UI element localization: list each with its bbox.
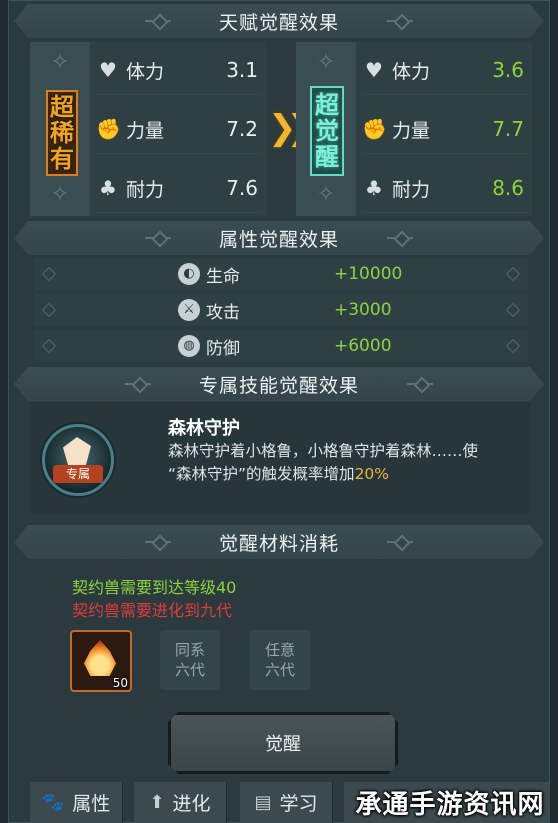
skill-section-header: 专属技能觉醒效果 <box>14 367 544 401</box>
attribute-value: +6000 <box>334 336 392 356</box>
diamond-icon <box>505 338 521 354</box>
ornament-icon <box>387 16 413 26</box>
ornament-icon <box>387 233 413 243</box>
stat-row: ♣ 耐力 7.6 <box>96 164 262 213</box>
rank-badge-super-rare: 超稀有 <box>46 90 78 176</box>
emblem-icon: ✧ <box>50 50 70 75</box>
emblem-icon: ✧ <box>316 50 336 75</box>
material-item-fire-essence[interactable]: 50 <box>70 630 132 692</box>
diamond-icon <box>505 266 521 282</box>
materials-section-title: 觉醒材料消耗 <box>218 532 339 555</box>
stat-row: ♣ 耐力 8.6 <box>362 164 528 213</box>
stat-value: 7.7 <box>492 117 524 141</box>
skill-desc-highlight: 20% <box>354 465 390 483</box>
tab-attributes[interactable]: 🐾 属性 <box>30 782 123 823</box>
emblem-icon: ✧ <box>50 182 70 207</box>
ornament-icon <box>145 233 171 243</box>
emblem-icon: ✧ <box>316 182 336 207</box>
stat-row: ♥ 体力 3.1 <box>96 46 262 95</box>
stat-value: 8.6 <box>492 176 524 200</box>
exclusive-tag: 专属 <box>53 465 103 483</box>
rank-column: ✧ 超觉醒 ✧ <box>296 42 356 216</box>
stat-label: 力量 <box>126 119 165 142</box>
stat-label: 体力 <box>126 60 165 83</box>
stat-label: 体力 <box>392 60 431 83</box>
requirement-level: 契约兽需要到达等级40 <box>72 578 237 597</box>
skill-description: 森林守护着小格鲁，小格鲁守护着森林……使 “森林守护”的触发概率增加20% <box>168 440 528 486</box>
attribute-value: +3000 <box>334 300 392 320</box>
material-slot-same-type[interactable]: 同系 六代 <box>160 630 220 690</box>
clover-icon: ♣ <box>99 176 117 200</box>
tab-evolve[interactable]: ⬆ 进化 <box>134 782 227 823</box>
talent-section-title: 天赋觉醒效果 <box>218 11 339 34</box>
skill-desc-prefix: “森林守护”的触发概率增加 <box>168 465 355 483</box>
flame-icon <box>84 640 116 676</box>
rank-badge-super-awaken: 超觉醒 <box>310 86 344 176</box>
awaken-button[interactable]: 觉醒 <box>168 712 398 774</box>
stat-value: 3.6 <box>492 58 524 82</box>
skill-desc-line2: “森林守护”的触发概率增加20% <box>168 463 528 486</box>
stat-row: ✊ 力量 7.7 <box>362 105 528 154</box>
leaf-icon <box>63 437 91 467</box>
ornament-icon <box>407 379 433 389</box>
stat-value: 7.6 <box>226 176 258 200</box>
heart-icon: ♥ <box>365 58 383 82</box>
stat-row: ✊ 力量 7.2 <box>96 105 262 154</box>
clover-icon: ♣ <box>365 176 383 200</box>
attribute-label: 防御 <box>206 338 240 359</box>
attribute-section-header: 属性觉醒效果 <box>14 221 544 255</box>
talent-section-header: 天赋觉醒效果 <box>14 4 544 38</box>
attribute-value: +10000 <box>334 264 403 284</box>
fist-icon: ✊ <box>362 117 387 141</box>
stat-row: ♥ 体力 3.6 <box>362 46 528 95</box>
evolve-icon: ⬆ <box>149 792 165 813</box>
life-icon: ◐ <box>178 263 200 285</box>
tab-label: 学习 <box>279 793 318 815</box>
diamond-icon <box>505 302 521 318</box>
watermark-text: 承通手游资讯网 <box>355 790 545 820</box>
attribute-label: 攻击 <box>206 302 240 323</box>
talent-before-panel: ✧ 超稀有 ✧ ♥ 体力 3.1 ✊ 力量 7.2 ♣ 耐力 7.6 <box>30 42 266 216</box>
stat-label: 耐力 <box>126 178 165 201</box>
stat-label: 耐力 <box>392 178 431 201</box>
slot-line1: 同系 <box>174 641 205 659</box>
fist-icon: ✊ <box>96 117 121 141</box>
ornament-icon <box>145 537 171 547</box>
tab-label: 进化 <box>172 793 211 815</box>
defense-icon: ◍ <box>178 335 200 357</box>
skill-desc-line1: 森林守护着小格鲁，小格鲁守护着森林……使 <box>168 442 479 460</box>
materials-section-header: 觉醒材料消耗 <box>14 525 544 559</box>
attack-icon: ⚔ <box>178 299 200 321</box>
item-count: 50 <box>112 676 128 690</box>
tab-learn[interactable]: ▤ 学习 <box>240 782 333 823</box>
attribute-row-defense: ◍ 防御 +6000 <box>34 330 528 362</box>
diamond-icon <box>41 338 57 354</box>
talent-after-panel: ✧ 超觉醒 ✧ ♥ 体力 3.6 ✊ 力量 7.7 ♣ 耐力 8.6 <box>296 42 532 216</box>
forest-guard-skill-icon[interactable]: 专属 <box>42 424 114 496</box>
heart-icon: ♥ <box>99 58 117 82</box>
diamond-icon <box>41 302 57 318</box>
ornament-icon <box>387 537 413 547</box>
diamond-icon <box>41 266 57 282</box>
attribute-section-title: 属性觉醒效果 <box>218 228 339 251</box>
rank-column: ✧ 超稀有 ✧ <box>30 42 90 216</box>
slot-line2: 六代 <box>264 661 295 679</box>
skill-name: 森林守护 <box>168 418 240 439</box>
stat-value: 3.1 <box>226 58 258 82</box>
attribute-label: 生命 <box>206 266 240 287</box>
requirement-evolution: 契约兽需要进化到九代 <box>72 601 233 620</box>
stat-value: 7.2 <box>226 117 258 141</box>
ornament-icon <box>125 379 151 389</box>
tab-label: 属性 <box>72 793 111 815</box>
skill-section-title: 专属技能觉醒效果 <box>198 374 359 397</box>
attribute-row-attack: ⚔ 攻击 +3000 <box>34 294 528 326</box>
slot-line1: 任意 <box>264 641 295 659</box>
stat-label: 力量 <box>392 119 431 142</box>
ornament-icon <box>145 16 171 26</box>
paw-icon: 🐾 <box>41 792 65 813</box>
slot-line2: 六代 <box>174 661 205 679</box>
book-icon: ▤ <box>254 792 272 813</box>
material-slot-any[interactable]: 任意 六代 <box>250 630 310 690</box>
attribute-row-life: ◐ 生命 +10000 <box>34 258 528 290</box>
